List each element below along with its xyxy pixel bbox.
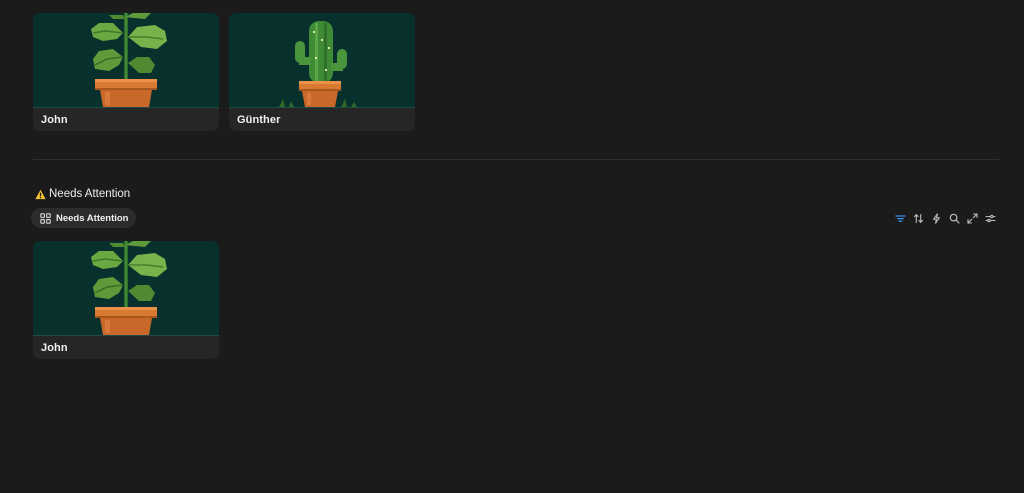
- view-toolbar: [894, 212, 996, 224]
- card-title: John: [41, 114, 68, 126]
- cactus-pixel-art: [279, 21, 357, 107]
- section-heading: Needs Attention: [35, 188, 130, 200]
- sort-icon[interactable]: [912, 212, 924, 224]
- page: John Günther Needs Attention Needs Atten…: [0, 0, 1024, 493]
- leafy-plant-pixel-art: [90, 241, 168, 335]
- plant-image: [229, 13, 415, 108]
- search-icon[interactable]: [948, 212, 960, 224]
- section-divider: [33, 159, 999, 160]
- settings-sliders-icon[interactable]: [984, 212, 996, 224]
- tab-label: Needs Attention: [56, 212, 129, 224]
- card-title: John: [41, 342, 68, 354]
- section-heading-text: Needs Attention: [49, 188, 131, 200]
- tab-needs-attention[interactable]: Needs Attention: [31, 208, 137, 228]
- plant-card-john-attention[interactable]: John: [33, 241, 219, 359]
- grid-icon: [40, 212, 51, 224]
- plant-card-gunther[interactable]: Günther: [229, 13, 415, 131]
- warning-icon: [35, 189, 46, 200]
- plant-image: [33, 13, 219, 108]
- plant-card-john[interactable]: John: [33, 13, 219, 131]
- card-title: Günther: [237, 114, 281, 126]
- expand-icon[interactable]: [966, 212, 978, 224]
- plant-image: [33, 241, 219, 336]
- bolt-icon[interactable]: [930, 212, 942, 224]
- filter-icon[interactable]: [894, 212, 906, 224]
- leafy-plant-pixel-art: [90, 13, 168, 107]
